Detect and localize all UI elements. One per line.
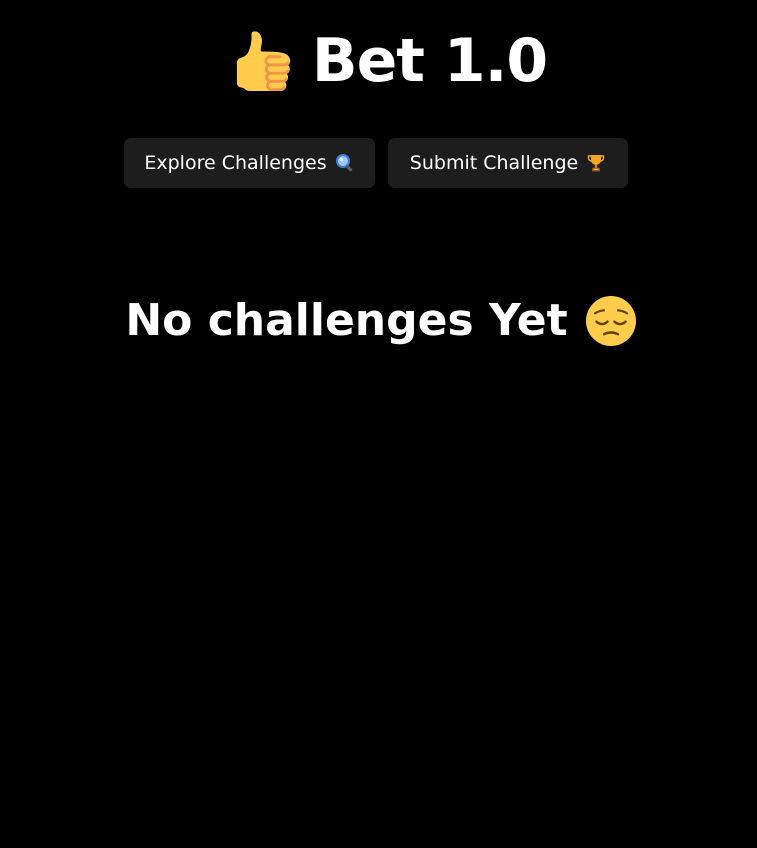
empty-state: No challenges Yet	[0, 296, 757, 346]
trophy-icon	[587, 155, 605, 172]
app-page: Bet 1.0 Explore Challenges Submit Challe…	[0, 0, 757, 848]
submit-challenge-button[interactable]: Submit Challenge	[388, 138, 628, 188]
app-title: Bet 1.0	[311, 26, 548, 96]
explore-challenges-button[interactable]: Explore Challenges	[124, 138, 375, 188]
empty-state-group: No challenges Yet	[125, 295, 636, 346]
submit-challenge-label: Submit Challenge	[409, 152, 579, 174]
title-group: Bet 1.0	[232, 26, 548, 96]
explore-challenges-label: Explore Challenges	[144, 152, 327, 174]
empty-state-message: No challenges Yet	[125, 295, 568, 346]
app-header: Bet 1.0	[0, 18, 757, 104]
magnifying-glass-icon	[335, 154, 352, 172]
thumbs-up-icon	[236, 31, 291, 92]
pensive-face-icon	[585, 296, 636, 346]
nav-bar: Explore Challenges Submit Challenge	[124, 138, 628, 188]
